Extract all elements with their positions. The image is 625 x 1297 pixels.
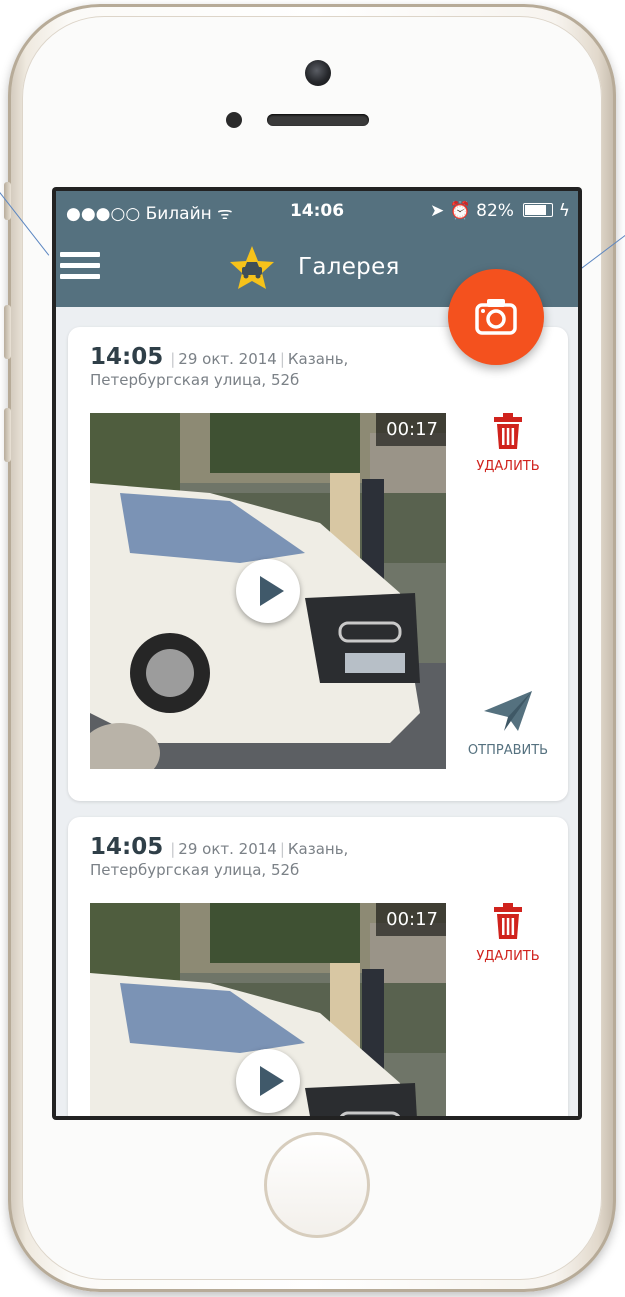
star-car-icon <box>230 246 274 289</box>
gallery-card: 14:05 | 29 окт. 2014 | Казань, Петербургская… <box>68 817 568 1116</box>
front-camera-icon <box>305 60 331 86</box>
camera-button[interactable] <box>448 269 544 365</box>
volume-up-button <box>4 305 11 359</box>
home-button[interactable] <box>264 1132 370 1238</box>
camera-icon <box>475 299 517 335</box>
video-duration: 00:17 <box>376 903 446 936</box>
separator: | <box>170 840 176 858</box>
record-date: 29 окт. 2014 <box>178 350 277 368</box>
record-time: 14:05 <box>90 834 164 860</box>
delete-button[interactable]: УДАЛИТЬ <box>458 903 558 964</box>
separator: | <box>279 840 285 858</box>
volume-down-button <box>4 408 11 462</box>
delete-button[interactable]: УДАЛИТЬ <box>458 413 558 474</box>
separator: | <box>170 350 176 368</box>
trash-icon <box>494 903 522 939</box>
send-button[interactable]: ОТПРАВИТЬ <box>458 689 558 758</box>
card-header: 14:05 | 29 окт. 2014 | Казань, Петербургская… <box>90 834 448 881</box>
earpiece-speaker <box>267 114 369 126</box>
play-icon[interactable] <box>236 1049 300 1113</box>
delete-label: УДАЛИТЬ <box>476 949 540 964</box>
status-bar: ●●●○○ Билайн ᯤ 14:06 ➤ ⏰ 82% ϟ <box>56 191 578 233</box>
proximity-sensor-icon <box>226 112 242 128</box>
send-label: ОТПРАВИТЬ <box>467 743 549 758</box>
charging-icon: ϟ <box>558 201 570 221</box>
gallery-card: 14:05 | 29 окт. 2014 | Казань, Петербургская… <box>68 327 568 801</box>
record-city: Казань, <box>287 840 349 858</box>
paper-plane-icon <box>484 691 532 731</box>
record-address: Петербургская улица, 52б <box>90 371 300 389</box>
hamburger-icon[interactable] <box>60 252 100 286</box>
phone-screen: ●●●○○ Билайн ᯤ 14:06 ➤ ⏰ 82% ϟ Галерея 1… <box>52 187 582 1120</box>
video-thumbnail[interactable]: 00:17 <box>90 413 446 769</box>
record-date: 29 окт. 2014 <box>178 840 277 858</box>
page-title: Галерея <box>298 254 400 280</box>
play-icon[interactable] <box>236 559 300 623</box>
video-duration: 00:17 <box>376 413 446 446</box>
battery-icon <box>523 203 554 217</box>
delete-label: УДАЛИТЬ <box>476 459 540 474</box>
record-time: 14:05 <box>90 344 164 370</box>
separator: | <box>279 350 285 368</box>
record-city: Казань, <box>287 350 349 368</box>
trash-icon <box>494 413 522 449</box>
card-header: 14:05 | 29 окт. 2014 | Казань, Петербургская… <box>90 344 448 391</box>
status-icons: ➤ ⏰ 82% <box>429 201 514 221</box>
video-thumbnail[interactable]: 00:17 <box>90 903 446 1116</box>
status-indicators: ➤ ⏰ 82% ϟ <box>430 201 570 221</box>
record-address: Петербургская улица, 52б <box>90 861 300 879</box>
app-view: ●●●○○ Билайн ᯤ 14:06 ➤ ⏰ 82% ϟ Галерея 1… <box>56 191 578 1116</box>
